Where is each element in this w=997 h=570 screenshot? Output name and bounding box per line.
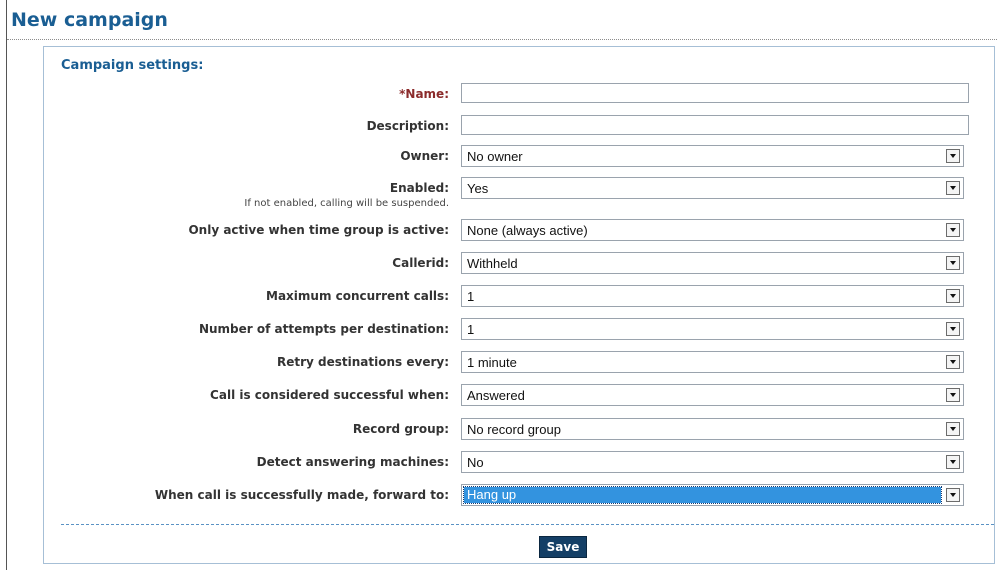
callerid-label: Callerid: [392, 256, 449, 270]
time-group-select-value: None (always active) [467, 223, 588, 238]
owner-select[interactable]: No owner [461, 145, 964, 167]
attempts-select-value: 1 [467, 322, 475, 337]
name-label: *Name: [399, 87, 449, 101]
success-select-value: Answered [467, 388, 525, 403]
description-input[interactable] [461, 115, 969, 135]
page-left-border [6, 0, 7, 570]
description-label: Description: [366, 119, 449, 133]
chevron-down-icon[interactable] [946, 256, 960, 270]
chevron-down-icon[interactable] [946, 388, 960, 402]
max-concurrent-label: Maximum concurrent calls: [266, 289, 449, 303]
chevron-down-icon[interactable] [946, 149, 960, 163]
chevron-down-icon[interactable] [946, 322, 960, 336]
record-group-select-value: No record group [467, 422, 561, 437]
max-concurrent-row: Maximum concurrent calls: 1 [43, 285, 995, 311]
chevron-down-icon[interactable] [946, 289, 960, 303]
enabled-help-text: If not enabled, calling will be suspende… [244, 198, 449, 209]
forward-row: When call is successfully made, forward … [43, 484, 995, 510]
description-row: Description: [43, 115, 995, 141]
record-group-row: Record group: No record group [43, 418, 995, 444]
record-group-label: Record group: [352, 422, 449, 436]
attempts-select[interactable]: 1 [461, 318, 964, 340]
enabled-select-value: Yes [467, 181, 489, 196]
form-footer-divider [61, 524, 994, 525]
time-group-label: Only active when time group is active: [188, 223, 449, 237]
time-group-row: Only active when time group is active: N… [43, 219, 995, 245]
chevron-down-icon[interactable] [946, 422, 960, 436]
owner-label: Owner: [400, 149, 449, 163]
page-title: New campaign [11, 9, 168, 31]
chevron-down-icon[interactable] [946, 455, 960, 469]
chevron-down-icon[interactable] [946, 223, 960, 237]
success-row: Call is considered successful when: Answ… [43, 384, 995, 410]
owner-select-value: No owner [467, 149, 523, 164]
forward-select-value: Hang up [463, 486, 942, 504]
detect-am-select-value: No [467, 455, 484, 470]
retry-select-value: 1 minute [467, 355, 517, 370]
enabled-select[interactable]: Yes [461, 177, 964, 199]
chevron-down-icon[interactable] [946, 181, 960, 195]
callerid-select-value: Withheld [467, 256, 518, 271]
enabled-label: Enabled: [389, 181, 449, 195]
detect-am-label: Detect answering machines: [256, 455, 449, 469]
detect-am-row: Detect answering machines: No [43, 451, 995, 477]
callerid-select[interactable]: Withheld [461, 252, 964, 274]
owner-row: Owner: No owner [43, 145, 995, 171]
retry-row: Retry destinations every: 1 minute [43, 351, 995, 377]
retry-label: Retry destinations every: [277, 355, 449, 369]
time-group-select[interactable]: None (always active) [461, 219, 964, 241]
section-header: Campaign settings: [61, 58, 204, 73]
max-concurrent-select[interactable]: 1 [461, 285, 964, 307]
name-input[interactable] [461, 83, 969, 103]
title-divider [7, 39, 997, 40]
forward-select[interactable]: Hang up [461, 484, 964, 506]
name-row: *Name: [43, 83, 995, 109]
detect-am-select[interactable]: No [461, 451, 964, 473]
chevron-down-icon[interactable] [946, 355, 960, 369]
chevron-down-icon[interactable] [946, 488, 960, 502]
attempts-row: Number of attempts per destination: 1 [43, 318, 995, 344]
success-label: Call is considered successful when: [210, 388, 449, 402]
forward-label: When call is successfully made, forward … [154, 488, 449, 502]
callerid-row: Callerid: Withheld [43, 252, 995, 278]
enabled-row: Enabled: If not enabled, calling will be… [43, 177, 995, 209]
max-concurrent-select-value: 1 [467, 289, 475, 304]
record-group-select[interactable]: No record group [461, 418, 964, 440]
attempts-label: Number of attempts per destination: [198, 322, 449, 336]
success-select[interactable]: Answered [461, 384, 964, 406]
retry-select[interactable]: 1 minute [461, 351, 964, 373]
save-button[interactable]: Save [539, 536, 587, 558]
